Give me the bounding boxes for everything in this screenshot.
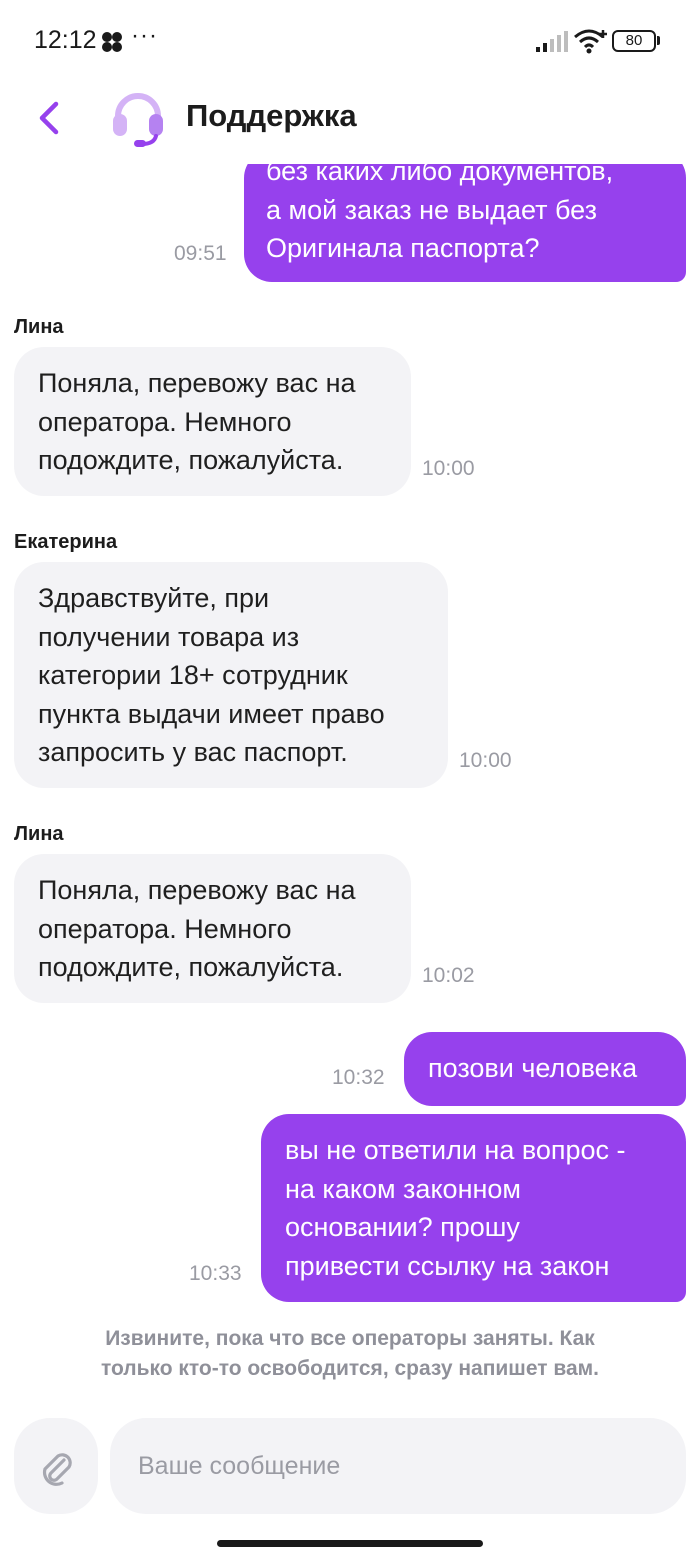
incoming-message[interactable]: Здравствуйте, при получении товара из ка… [14, 562, 448, 788]
message-line: а мой заказ не выдает без [266, 194, 597, 225]
message-input[interactable] [110, 1418, 686, 1514]
message-time: 10:32 [332, 1066, 385, 1089]
message-line: привести ссылку на закон [285, 1250, 610, 1281]
message-line: категории 18+ сотрудник [38, 660, 348, 690]
message-line: Поняла, перевожу вас на [38, 368, 356, 398]
notice-line: только кто-то освободится, сразу напишет… [100, 1357, 600, 1380]
chat-title: Поддержка [186, 98, 357, 133]
battery-tip [657, 36, 660, 45]
back-button[interactable] [26, 92, 72, 142]
message-time: 09:51 [174, 242, 227, 265]
wifi-icon [574, 29, 607, 54]
paperclip-icon [42, 1453, 72, 1486]
message-line: Оригинала паспорта? [266, 233, 540, 263]
battery-indicator: 80 [612, 30, 656, 52]
notice-line: Извините, пока что все операторы заняты.… [105, 1327, 595, 1350]
message-time: 10:00 [459, 749, 512, 772]
message-line: оператора. Немного [38, 913, 292, 944]
message-line: вы не ответили на вопрос - [285, 1135, 626, 1165]
message-line: получении товара из [38, 621, 300, 652]
more-notifications-icon: ··· [131, 22, 158, 49]
message-time: 10:33 [189, 1262, 242, 1285]
system-notice: Извините, пока что все операторы заняты.… [40, 1324, 660, 1384]
message-time: 10:00 [422, 457, 475, 480]
chevron-left-icon [39, 101, 59, 135]
message-composer [0, 1410, 700, 1530]
message-line: подождите, пожалуйста. [38, 952, 344, 982]
outgoing-message[interactable]: без каких либо документов, а мой заказ н… [244, 164, 686, 282]
message-line: подождите, пожалуйста. [38, 445, 344, 475]
message-line: Здравствуйте, при [38, 583, 270, 613]
message-line: основании? прошу [285, 1212, 520, 1242]
message-line: запросить у вас паспорт. [38, 737, 348, 767]
message-line: оператора. Немного [38, 406, 292, 437]
message-line: на каком законном [285, 1173, 521, 1204]
sender-name: Екатерина [14, 531, 118, 553]
outgoing-message[interactable]: позови человека [404, 1032, 686, 1106]
sender-name: Лина [14, 316, 64, 338]
message-list[interactable]: без каких либо документов, а мой заказ н… [0, 164, 700, 1404]
chat-header: Поддержка [0, 84, 700, 164]
outgoing-message[interactable]: вы не ответили на вопрос - на каком зако… [261, 1114, 686, 1302]
message-line: Поняла, перевожу вас на [38, 875, 356, 905]
message-line: без каких либо документов, [266, 164, 614, 186]
attach-button[interactable] [14, 1418, 98, 1514]
support-headset-icon [113, 93, 163, 147]
app-notification-icon [102, 32, 122, 52]
message-line: пункта выдачи имеет право [38, 698, 385, 729]
incoming-message[interactable]: Поняла, перевожу вас на оператора. Немно… [14, 347, 411, 496]
message-time: 10:02 [422, 964, 475, 987]
status-time: 12:12 [34, 26, 97, 54]
incoming-message[interactable]: Поняла, перевожу вас на оператора. Немно… [14, 854, 411, 1003]
home-indicator[interactable] [217, 1540, 483, 1547]
message-line: позови человека [428, 1053, 638, 1083]
sender-name: Лина [14, 823, 64, 845]
signal-icon [536, 31, 568, 52]
status-bar: 12:12 ··· 80 [0, 0, 700, 84]
